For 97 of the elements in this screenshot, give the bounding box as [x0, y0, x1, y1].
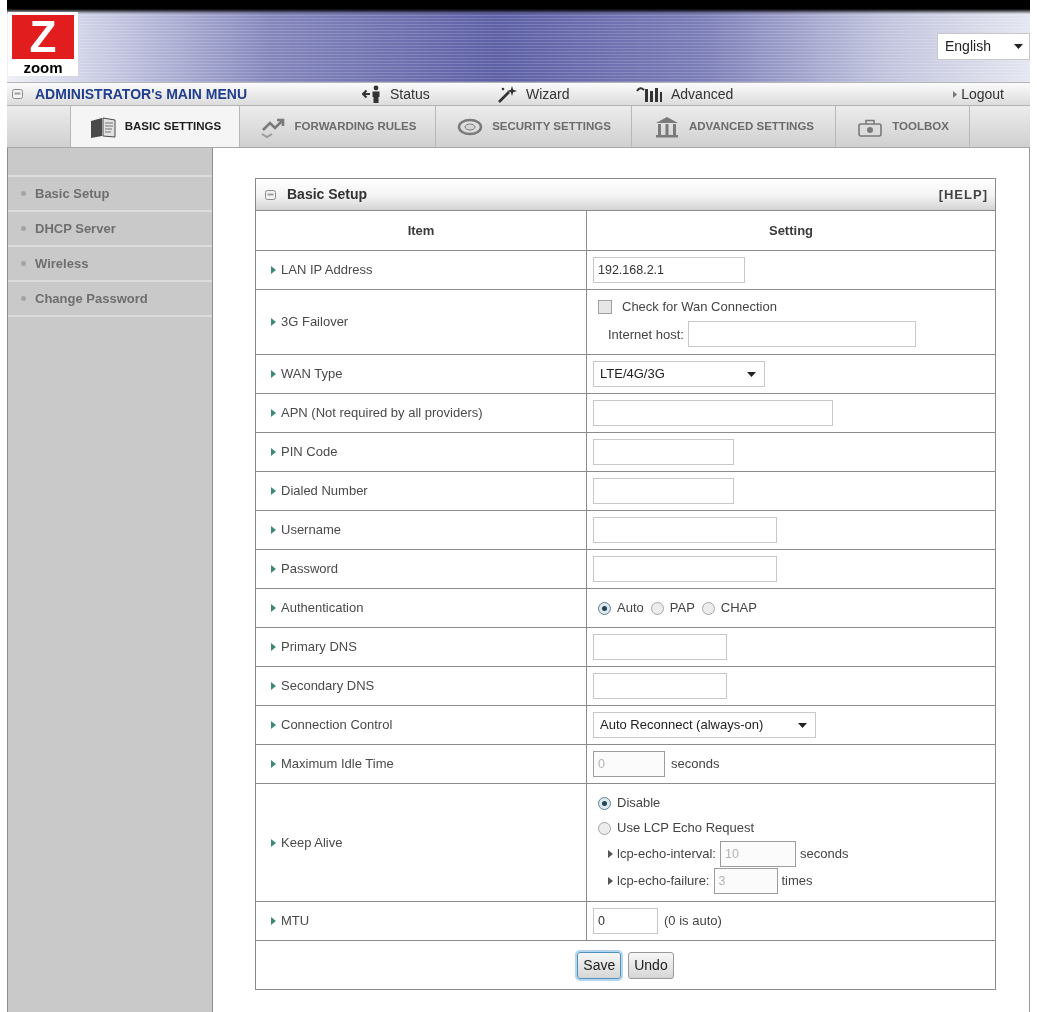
triangle-icon [271, 838, 276, 847]
triangle-icon [271, 370, 276, 378]
row-label: APN (Not required by all providers) [281, 404, 483, 423]
logo-text: zoom [23, 60, 63, 75]
input-field[interactable]: 0 [593, 908, 658, 934]
triangle-icon [271, 409, 276, 417]
field-label: Internet host: [608, 325, 684, 344]
row-label: Dialed Number [281, 482, 368, 501]
wand-icon [497, 85, 517, 103]
column-header: Item [407, 221, 435, 240]
menu-link[interactable]: Advanced [636, 83, 734, 105]
option-label: CHAP [720, 599, 757, 618]
input-field[interactable] [687, 321, 916, 348]
help-link[interactable]: [HELP] [938, 184, 988, 205]
triangle-icon [271, 643, 276, 651]
row-label: PIN Code [281, 443, 338, 462]
input-field[interactable] [593, 634, 727, 660]
unit-label: times [781, 872, 813, 891]
input-field[interactable]: 192.168.2.1 [593, 257, 745, 283]
column-header: Setting [768, 221, 814, 240]
radio-button[interactable] [598, 796, 611, 810]
triangle-icon [271, 487, 276, 495]
bars-icon [636, 86, 662, 102]
panel-title: Basic Setup [287, 185, 368, 204]
row-label: LAN IP Address [281, 261, 373, 280]
triangle-icon [271, 565, 276, 573]
radio-button[interactable] [650, 601, 664, 615]
checkbox-label: Check for Wan Connection [622, 297, 777, 316]
tab[interactable]: FORWARDING RULES [240, 106, 436, 147]
triangle-icon [271, 682, 276, 690]
row-label: Authentication [281, 599, 364, 618]
caret-icon [1014, 44, 1023, 49]
dot-icon [21, 261, 26, 266]
triangle-icon [271, 721, 276, 729]
tab[interactable]: TOOLBOX [836, 106, 970, 147]
dot-icon [21, 191, 26, 196]
tab[interactable]: BASIC SETTINGS [70, 106, 240, 147]
option-label: Disable [617, 794, 661, 813]
input-field[interactable] [593, 517, 777, 543]
dot-icon [21, 296, 26, 301]
language-select[interactable]: English [937, 33, 1030, 60]
triangle-icon [271, 266, 276, 274]
row-label: Maximum Idle Time [281, 755, 394, 774]
input-field[interactable] [593, 556, 777, 582]
row-label: Username [281, 521, 341, 540]
caret-icon [798, 722, 807, 728]
row-label: Password [281, 560, 339, 579]
book-icon [88, 114, 117, 139]
menu-link[interactable]: Status [362, 83, 430, 105]
row-label: MTU [281, 912, 310, 931]
field-label: lcp-echo-failure: [617, 872, 710, 891]
menu-link[interactable]: Wizard [497, 83, 570, 105]
columns-icon [653, 114, 681, 139]
tab[interactable]: SECURITY SETTINGS [436, 106, 632, 147]
checkbox[interactable] [598, 299, 612, 314]
input-field[interactable] [593, 673, 727, 699]
undo-button[interactable]: Undo [628, 951, 674, 979]
triangle-icon [271, 526, 276, 534]
row-label: Connection Control [281, 716, 393, 735]
option-label: Auto [617, 599, 644, 618]
radio-button[interactable] [598, 601, 611, 615]
dropdown[interactable]: LTE/4G/3G [593, 361, 765, 387]
input-field[interactable] [593, 439, 734, 465]
triangle-icon [608, 850, 613, 858]
triangle-icon [271, 604, 276, 612]
caret-icon [747, 371, 756, 377]
triangle-icon [608, 877, 613, 885]
triangle-icon [271, 760, 276, 768]
person-icon [362, 85, 381, 103]
unit-label: seconds [800, 845, 849, 864]
radio-button[interactable] [598, 821, 611, 835]
save-button[interactable]: Save [577, 951, 622, 979]
square-icon [265, 189, 276, 200]
row-label: 3G Failover [281, 313, 349, 332]
input-field[interactable] [593, 478, 734, 504]
unit-label: (0 is auto) [664, 912, 722, 931]
radio-button[interactable] [701, 601, 715, 615]
unit-label: seconds [671, 755, 720, 774]
input-field[interactable] [593, 400, 833, 426]
triangle-icon [271, 448, 276, 456]
triangle-icon [271, 917, 276, 925]
row-label: Keep Alive [281, 833, 343, 852]
row-label: Secondary DNS [281, 677, 375, 696]
field-label: lcp-echo-interval: [617, 845, 716, 864]
square-icon [12, 89, 23, 99]
dropdown[interactable]: Auto Reconnect (always-on) [593, 712, 816, 738]
triangle-icon [271, 318, 276, 326]
dot-icon [21, 226, 26, 231]
option-label: PAP [669, 599, 695, 618]
logout-link[interactable]: Logout [953, 83, 1004, 105]
menu-title: ADMINISTRATOR's MAIN MENU [35, 84, 248, 104]
row-label: WAN Type [281, 365, 343, 384]
option-label: Use LCP Echo Request [617, 819, 755, 838]
triangle-icon [953, 90, 958, 98]
row-label: Primary DNS [281, 638, 357, 657]
tab[interactable]: ADVANCED SETTINGS [632, 106, 836, 147]
logo-mark: Z [12, 15, 74, 59]
